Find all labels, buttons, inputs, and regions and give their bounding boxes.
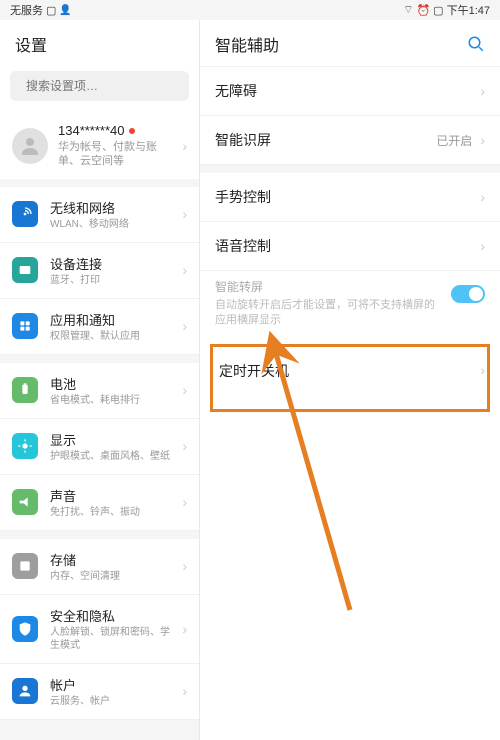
avatar (12, 128, 48, 164)
item-icon (12, 313, 38, 339)
time-text: 下午1:47 (447, 2, 490, 18)
item-title: 帐户 (50, 675, 170, 694)
note-desc: 自动旋转开启后才能设置，可将不支持横屏的应用横屏显示 (215, 298, 441, 329)
chevron-right-icon: › (182, 621, 187, 637)
item-label: 手势控制 (215, 187, 271, 207)
settings-item[interactable]: 帐户 云服务、帐户 › (0, 664, 199, 720)
item-subtitle: 云服务、帐户 (50, 695, 170, 708)
chevron-right-icon: › (480, 83, 485, 99)
chevron-right-icon: › (182, 262, 187, 278)
account-subtitle: 华为帐号、付款与账单、云空间等 (58, 140, 172, 169)
chevron-right-icon: › (480, 132, 485, 148)
scheduled-power-item[interactable]: 定时开关机 (210, 344, 490, 412)
chevron-right-icon: › (182, 318, 187, 334)
item-icon (12, 433, 38, 459)
detail-item-accessibility[interactable]: 无障碍 › (200, 67, 500, 116)
item-icon (12, 489, 38, 515)
item-icon (12, 616, 38, 642)
chevron-right-icon: › (480, 238, 485, 254)
item-label: 智能识屏 (215, 130, 271, 150)
item-subtitle: 蓝牙、打印 (50, 274, 170, 287)
detail-item-gesture[interactable]: 手势控制 › (200, 173, 500, 222)
chevron-right-icon: › (182, 206, 187, 222)
item-title: 设备连接 (50, 254, 170, 273)
alarm-icon: ⏰ (416, 4, 430, 17)
rotation-toggle[interactable] (451, 285, 485, 303)
chevron-right-icon: › (182, 138, 187, 154)
settings-left-panel: 设置 134******40 华为帐号、付款与账单、云空间等 › 无线和网络 W… (0, 20, 200, 740)
profile-icon: 👤 (59, 5, 71, 16)
sim-icon: ▢ (46, 4, 56, 17)
item-icon (12, 377, 38, 403)
item-title: 显示 (50, 430, 170, 449)
item-title: 无线和网络 (50, 198, 170, 217)
chevron-right-icon: › (182, 382, 187, 398)
chevron-right-icon: › (480, 362, 485, 378)
detail-title: 智能辅助 (215, 32, 279, 56)
detail-item-smartscreen[interactable]: 智能识屏 已开启 › (200, 116, 500, 165)
rotation-note: 智能转屏 自动旋转开启后才能设置，可将不支持横屏的应用横屏显示 (200, 271, 500, 339)
item-subtitle: 权限管理、默认应用 (50, 330, 170, 343)
item-title: 电池 (50, 374, 170, 393)
settings-item[interactable]: 智能辅助 无障碍、智能识屏 › (0, 728, 199, 740)
settings-item[interactable]: 应用和通知 权限管理、默认应用 › (0, 299, 199, 355)
search-icon[interactable] (467, 35, 485, 53)
search-box[interactable] (10, 71, 189, 101)
account-name: 134******40 (58, 123, 125, 138)
chevron-right-icon: › (480, 189, 485, 205)
item-title: 声音 (50, 486, 170, 505)
item-label: 无障碍 (215, 81, 257, 101)
item-icon (12, 553, 38, 579)
item-value: 已开启 (436, 132, 472, 149)
item-subtitle: 护眼模式、桌面风格、壁纸 (50, 450, 170, 463)
item-title: 安全和隐私 (50, 606, 170, 625)
item-title: 应用和通知 (50, 310, 170, 329)
item-subtitle: 内存、空间清理 (50, 570, 170, 583)
note-title: 智能转屏 (215, 279, 441, 296)
settings-item[interactable]: 无线和网络 WLAN、移动网络 › (0, 187, 199, 243)
settings-item[interactable]: 存储 内存、空间清理 › (0, 539, 199, 595)
item-title: 存储 (50, 550, 170, 569)
item-subtitle: WLAN、移动网络 (50, 218, 170, 231)
account-row[interactable]: 134******40 华为帐号、付款与账单、云空间等 › (0, 113, 199, 187)
chevron-right-icon: › (182, 438, 187, 454)
settings-item[interactable]: 电池 省电模式、耗电排行 › (0, 363, 199, 419)
settings-item[interactable]: 设备连接 蓝牙、打印 › (0, 243, 199, 299)
item-icon (12, 257, 38, 283)
search-input[interactable] (26, 79, 181, 93)
detail-item-voice[interactable]: 语音控制 › (200, 222, 500, 271)
carrier-text: 无服务 (10, 2, 43, 18)
chevron-right-icon: › (182, 494, 187, 510)
item-label: 定时开关机 (219, 361, 289, 381)
settings-item[interactable]: 显示 护眼模式、桌面风格、壁纸 › (0, 419, 199, 475)
settings-item[interactable]: 安全和隐私 人脸解锁、锁屏和密码、学生模式 › (0, 595, 199, 664)
item-subtitle: 免打扰、铃声、振动 (50, 506, 170, 519)
item-icon (12, 678, 38, 704)
wifi-icon: ⌔ (403, 3, 413, 17)
settings-item[interactable]: 声音 免打扰、铃声、振动 › (0, 475, 199, 531)
notification-dot (129, 128, 135, 134)
item-subtitle: 省电模式、耗电排行 (50, 394, 170, 407)
settings-title: 设置 (0, 20, 199, 66)
item-label: 语音控制 (215, 236, 271, 256)
item-icon (12, 201, 38, 227)
chevron-right-icon: › (182, 558, 187, 574)
chevron-right-icon: › (182, 683, 187, 699)
detail-right-panel: 智能辅助 无障碍 › 智能识屏 已开启 › 手势控制 › 语音控 (200, 20, 500, 740)
item-subtitle: 人脸解锁、锁屏和密码、学生模式 (50, 626, 170, 652)
battery-icon: ▢ (433, 4, 443, 17)
